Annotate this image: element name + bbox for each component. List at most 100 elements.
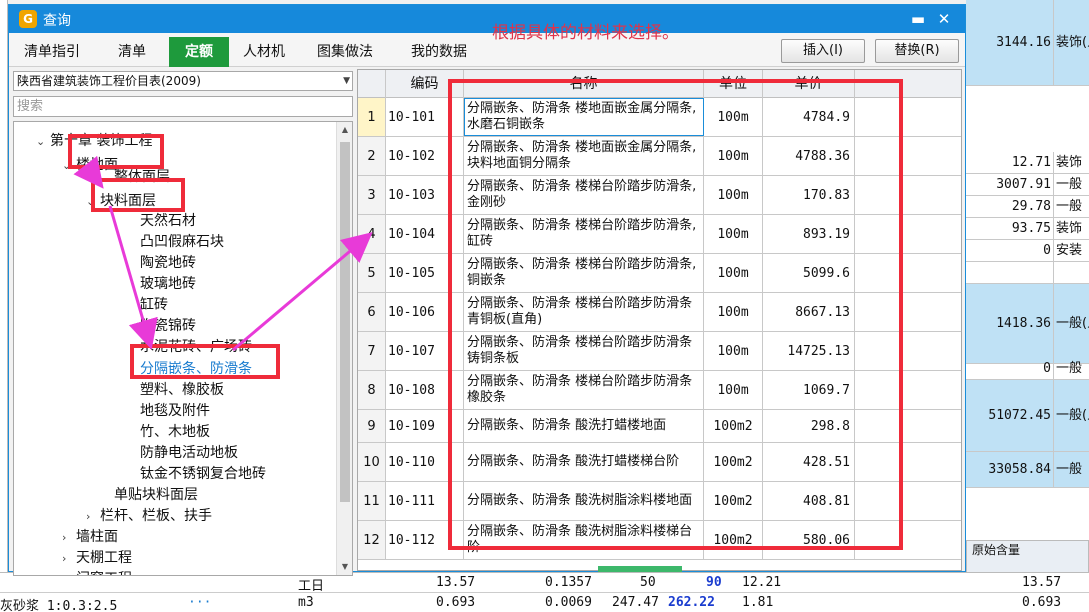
row-index: 6 [358, 293, 386, 331]
background-row-category: 一般 [1056, 176, 1083, 192]
background-row-category: 一般 [1056, 360, 1083, 376]
tree-node-label: 缸砖 [140, 297, 168, 313]
background-row[interactable]: 12.71 装饰 [966, 152, 1089, 174]
background-row-category: 一般 [1056, 461, 1083, 477]
chevron-down-icon[interactable]: ⌄ [36, 133, 50, 151]
background-row[interactable]: 93.75 装饰 [966, 218, 1089, 240]
tree-node-label: 门窗工程 [76, 571, 132, 575]
tree-node[interactable]: 缸砖 [126, 296, 168, 314]
cell-value: 13.57 [1022, 575, 1062, 590]
dialog-title: 查询 [43, 13, 71, 29]
tree-node[interactable]: 陶瓷地砖 [126, 254, 196, 272]
cell-value: 0.693 [436, 595, 476, 610]
tree-node[interactable]: 玻璃地砖 [126, 275, 196, 293]
close-button[interactable]: ✕ [933, 8, 955, 30]
background-row-amount: 3007.91 [966, 174, 1054, 195]
annotation-note: 根据具体的材料来选择。 [492, 23, 679, 43]
row-index: 4 [358, 215, 386, 253]
background-row-category: 装饰(人工入差 [1056, 34, 1089, 50]
background-row[interactable]: 29.78 一般 [966, 196, 1089, 218]
background-row[interactable]: 1418.36一般(人工入差 [966, 284, 1089, 364]
cell-value: 90 [706, 575, 722, 590]
background-row-category: 装饰 [1056, 154, 1083, 170]
background-row-amount: 33058.84 [966, 452, 1054, 487]
replace-button[interactable]: 替换(R) [875, 39, 959, 63]
row-index: 12 [358, 521, 386, 559]
tree-node-label: 天然石材 [140, 213, 196, 229]
chevron-right-icon[interactable]: › [86, 508, 100, 526]
tree-node[interactable]: › 墙柱面 [62, 528, 118, 547]
background-header-original-qty: 原始含量 [966, 540, 1089, 574]
tree-node-label: 防静电活动地板 [140, 445, 238, 461]
highlight-box-tile-layer [91, 178, 185, 212]
tab-bill[interactable]: 清单 [101, 39, 163, 67]
tree-node[interactable]: 地毯及附件 [126, 402, 210, 420]
tab-quota[interactable]: 定额 [169, 37, 229, 67]
search-input[interactable]: 搜索 [13, 96, 353, 117]
tree-node[interactable]: 陶瓷锦砖 [126, 317, 196, 335]
background-row-amount: 12.71 [966, 152, 1054, 173]
tree-node[interactable]: › 栏杆、栏板、扶手 [86, 507, 212, 526]
tree-node[interactable]: 竹、木地板 [126, 423, 210, 441]
tab-labor-materials[interactable]: 人材机 [233, 39, 295, 67]
scroll-down-icon[interactable]: ▼ [337, 559, 352, 575]
tree-node[interactable]: ›门窗工程 [62, 570, 132, 575]
dialog-titlebar[interactable]: G 查询 ▬ ✕ [9, 5, 965, 33]
background-row-category: 一般 [1056, 198, 1083, 214]
tree-node[interactable]: › 天棚工程 [62, 549, 132, 568]
more-dots[interactable]: ··· [188, 595, 211, 610]
tree-node[interactable]: 单贴块料面层 [100, 486, 198, 504]
tree-node-label: 墙柱面 [76, 529, 118, 545]
chevron-right-icon[interactable]: › [62, 571, 76, 575]
tab-my-data[interactable]: 我的数据 [399, 39, 479, 67]
tree-node-label: 陶瓷地砖 [140, 255, 196, 271]
tree-node[interactable]: 钛金不锈钢复合地砖 [126, 465, 266, 483]
tree-node-label: 栏杆、栏板、扶手 [100, 508, 212, 524]
tree-node-label: 地毯及附件 [140, 403, 210, 419]
background-row[interactable] [966, 262, 1089, 284]
tree-node[interactable]: 防静电活动地板 [126, 444, 238, 462]
row-index: 7 [358, 332, 386, 370]
scroll-up-icon[interactable]: ▲ [337, 122, 352, 138]
background-row[interactable]: 3007.91 一般 [966, 174, 1089, 196]
tree-node[interactable]: 凸凹假麻石块 [126, 233, 224, 251]
tab-bill-guide[interactable]: 清单指引 [15, 39, 89, 67]
highlight-box-divider-strip [130, 344, 280, 379]
dropdown-arrow-icon[interactable]: ▼ [343, 72, 350, 90]
background-bottom-grid: 工日 13.57 0.1357 50 90 12.21 13.57 灰砂浆 1:… [0, 572, 1089, 612]
chevron-right-icon[interactable]: › [62, 529, 76, 547]
insert-button[interactable]: 插入(I) [781, 39, 865, 63]
background-row-amount: 0 [966, 240, 1054, 261]
row-index: 5 [358, 254, 386, 292]
cell-value: 13.57 [436, 575, 476, 590]
row-index: 9 [358, 410, 386, 442]
background-row[interactable]: 0 一般 [966, 358, 1089, 380]
grid-horizontal-scroll-thumb[interactable] [598, 566, 682, 572]
background-row[interactable]: 3144.16装饰(人工入差 [966, 0, 1089, 86]
tree-scrollbar[interactable]: ▲ ▼ [336, 122, 352, 575]
app-logo-icon: G [19, 10, 37, 28]
scroll-thumb[interactable] [340, 142, 350, 502]
bottom-row[interactable]: 灰砂浆 1:0.3:2.5 ··· m3 0.693 0.0069 247.47… [0, 593, 1089, 612]
background-row-category: 安装 [1056, 242, 1083, 258]
cell-value: 1.81 [742, 595, 774, 610]
background-row[interactable]: 33058.84 一般 [966, 452, 1089, 488]
background-row-category [1056, 262, 1089, 283]
cell-value: 12.21 [742, 575, 782, 590]
background-row[interactable]: 51072.45一般(人工入差 [966, 380, 1089, 452]
background-right-grid: 3144.16装饰(人工入差12.71装饰3007.91一般29.78一般93.… [966, 0, 1089, 612]
tab-atlas[interactable]: 图集做法 [305, 39, 385, 67]
bottom-row[interactable]: 工日 13.57 0.1357 50 90 12.21 13.57 [0, 573, 1089, 594]
tree-node-label: 钛金不锈钢复合地砖 [140, 466, 266, 482]
tree-node[interactable]: 天然石材 [126, 212, 196, 230]
background-row-amount: 29.78 [966, 196, 1054, 217]
background-row[interactable]: 0 安装 [966, 240, 1089, 262]
background-row-category: 一般(人工入差 [1056, 315, 1089, 331]
tree-node[interactable]: 塑料、橡胶板 [126, 381, 224, 399]
minimize-button[interactable]: ▬ [907, 8, 929, 30]
chevron-right-icon[interactable]: › [62, 550, 76, 568]
highlight-box-quota-list [448, 79, 903, 550]
library-select-value: 陕西省建筑装饰工程价目表(2009) [17, 74, 201, 88]
library-select[interactable]: 陕西省建筑装饰工程价目表(2009) ▼ [13, 71, 353, 91]
row-index: 1 [358, 98, 386, 136]
